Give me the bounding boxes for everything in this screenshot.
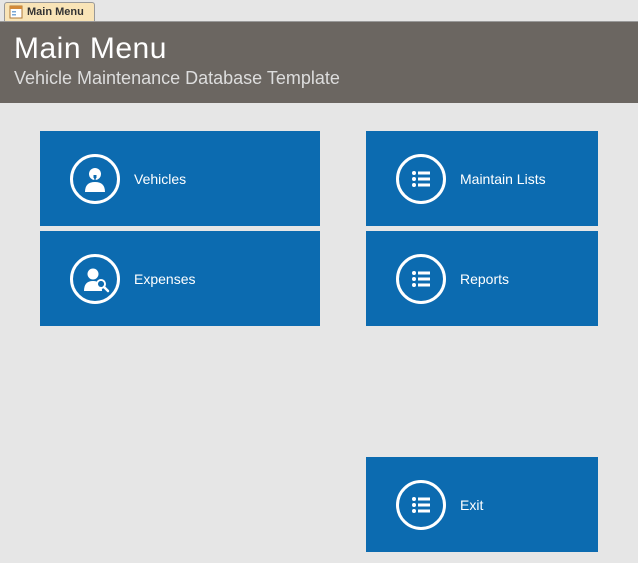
tile-maintain-lists[interactable]: Maintain Lists	[366, 131, 598, 226]
tile-reports[interactable]: Reports	[366, 231, 598, 326]
list-icon	[396, 480, 446, 530]
main-content: Vehicles Expenses Maintain Lists	[0, 103, 638, 563]
list-icon	[396, 154, 446, 204]
tile-label: Exit	[460, 497, 483, 513]
tile-label: Maintain Lists	[460, 171, 546, 187]
person-icon	[70, 154, 120, 204]
list-icon	[396, 254, 446, 304]
tile-vehicles[interactable]: Vehicles	[40, 131, 320, 226]
page-subtitle: Vehicle Maintenance Database Template	[14, 68, 624, 89]
tab-bar: Main Menu	[0, 0, 638, 22]
page-title: Main Menu	[14, 32, 624, 66]
tile-label: Expenses	[134, 271, 195, 287]
tab-label: Main Menu	[27, 6, 84, 18]
tile-expenses[interactable]: Expenses	[40, 231, 320, 326]
page-header: Main Menu Vehicle Maintenance Database T…	[0, 22, 638, 103]
person-search-icon	[70, 254, 120, 304]
tile-exit[interactable]: Exit	[366, 457, 598, 552]
tab-main-menu[interactable]: Main Menu	[4, 2, 95, 21]
form-icon	[9, 5, 23, 19]
tile-label: Reports	[460, 271, 509, 287]
tile-label: Vehicles	[134, 171, 186, 187]
